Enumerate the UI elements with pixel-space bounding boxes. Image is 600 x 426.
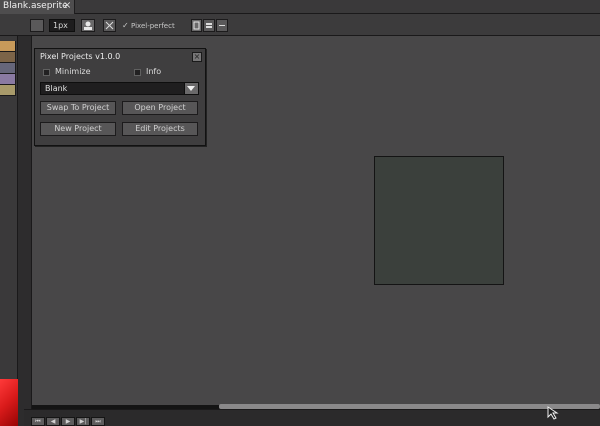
- file-tab[interactable]: Blank.aseprite ×: [0, 0, 75, 14]
- pixel-perfect-check-icon[interactable]: ✓: [122, 21, 129, 30]
- panel-separator: [18, 36, 32, 426]
- pixel-projects-dialog: Pixel Projects v1.0.0 × Minimize Info Bl…: [34, 48, 206, 146]
- dropdown-button[interactable]: [184, 83, 198, 94]
- new-project-button[interactable]: New Project: [40, 122, 116, 136]
- palette-swatch[interactable]: [0, 74, 16, 85]
- play-button[interactable]: ▶: [61, 417, 75, 426]
- project-dropdown-value: Blank: [45, 84, 68, 93]
- project-dropdown[interactable]: Blank: [40, 82, 199, 95]
- symmetry-button[interactable]: [191, 19, 202, 32]
- close-tab-icon[interactable]: ×: [63, 0, 71, 11]
- ink-button[interactable]: [103, 19, 116, 32]
- mouse-cursor-icon: [547, 406, 559, 420]
- timeline-bar: ⏮ ◀ ▶ ▶| ⏭: [24, 409, 600, 426]
- file-tab-title: Blank.aseprite: [3, 1, 68, 11]
- previous-frame-button[interactable]: ◀: [46, 417, 60, 426]
- palette-swatch[interactable]: [0, 41, 16, 52]
- edit-projects-button[interactable]: Edit Projects: [122, 122, 198, 136]
- brush-size-field[interactable]: 1px: [49, 19, 75, 32]
- brush-angle-button[interactable]: [81, 19, 95, 32]
- context-toolbar: 1px ✓ Pixel-perfect: [0, 14, 600, 36]
- symmetry-horizontal-button[interactable]: [203, 19, 215, 32]
- b-symbol-icon: [193, 21, 200, 30]
- palette-swatch[interactable]: [0, 63, 16, 74]
- swap-to-project-button[interactable]: Swap To Project: [40, 101, 116, 115]
- dialog-close-button[interactable]: ×: [192, 52, 202, 62]
- sprite-canvas[interactable]: [374, 156, 504, 285]
- last-frame-button[interactable]: ⏭: [91, 417, 105, 426]
- palette-swatch[interactable]: [0, 52, 16, 63]
- minimize-label: Minimize: [55, 67, 91, 76]
- palette-panel: [0, 36, 18, 379]
- pixel-perfect-label: Pixel-perfect: [131, 22, 175, 30]
- user-icon: [84, 21, 92, 30]
- brush-type-button[interactable]: [30, 19, 44, 32]
- first-frame-button[interactable]: ⏮: [31, 417, 45, 426]
- next-frame-button[interactable]: ▶|: [76, 417, 90, 426]
- palette-swatch[interactable]: [0, 85, 16, 96]
- grid-icon: [105, 21, 114, 30]
- open-project-button[interactable]: Open Project: [122, 101, 198, 115]
- stack-icon: [206, 23, 212, 28]
- minus-icon: [219, 25, 225, 26]
- minimize-checkbox[interactable]: [43, 69, 50, 76]
- info-label: Info: [146, 67, 162, 76]
- tab-bar: [0, 0, 600, 14]
- dialog-title: Pixel Projects v1.0.0: [40, 52, 121, 61]
- symmetry-vertical-button[interactable]: [216, 19, 228, 32]
- chevron-down-icon: [187, 86, 195, 91]
- info-checkbox[interactable]: [134, 69, 141, 76]
